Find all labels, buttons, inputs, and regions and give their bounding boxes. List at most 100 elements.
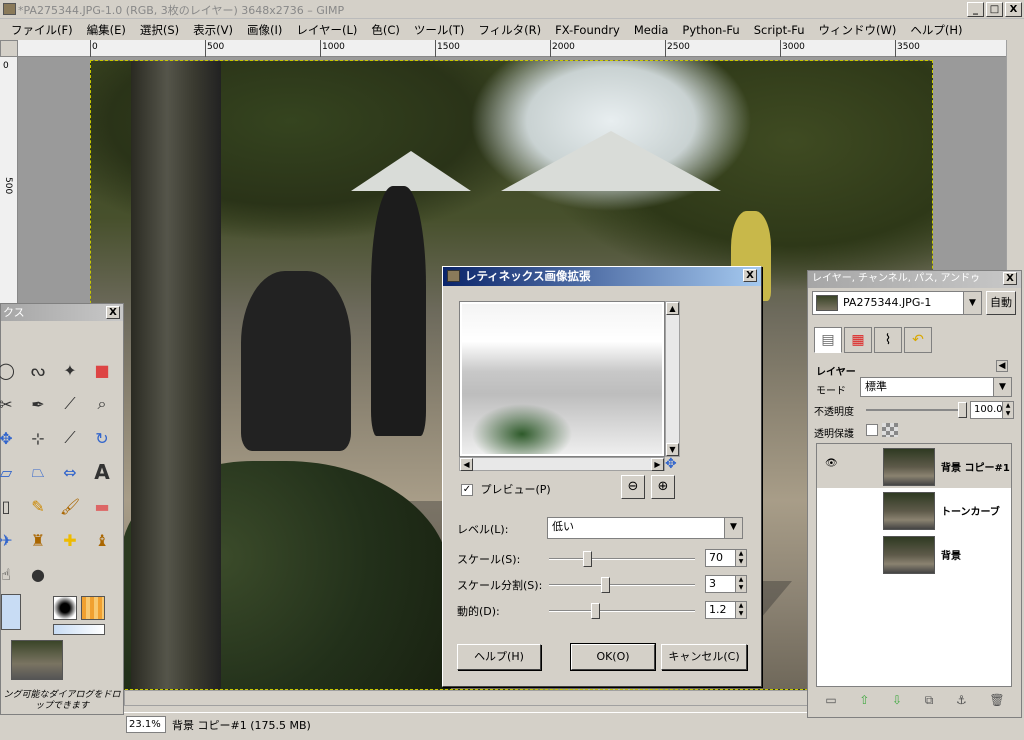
scale-division-slider-knob[interactable] [601,577,610,593]
spin-down-icon[interactable]: ▼ [735,610,746,618]
menu-edit[interactable]: 編集(E) [80,22,133,38]
preview-checkbox[interactable]: ✓ [461,484,473,496]
lower-layer-icon[interactable]: ⇩ [892,693,902,707]
eraser-icon[interactable]: ▬ [89,495,115,517]
color-picker-icon[interactable]: ⟋ [57,393,83,415]
menu-image[interactable]: 画像(I) [240,22,289,38]
ellipse-select-icon[interactable]: ◯ [0,359,19,381]
toolbox-close-button[interactable]: X [106,306,120,319]
align-icon[interactable]: ⊹ [25,427,51,449]
anchor-layer-icon[interactable]: ⚓ [956,693,967,707]
mode-select[interactable]: 標準 ▼ [860,377,1012,397]
menu-tools[interactable]: ツール(T) [407,22,472,38]
menu-fx-foundry[interactable]: FX-Foundry [548,23,627,37]
lasso-icon[interactable]: ᔓ [25,359,51,381]
dynamic-spinbox[interactable]: 1.2 ▲ ▼ [705,601,747,619]
scroll-left-icon[interactable]: ◀ [460,458,473,471]
dynamic-slider[interactable] [549,603,695,619]
zoom-in-icon[interactable]: ⊕ [651,475,675,499]
horizontal-scrollbar[interactable] [124,690,808,706]
menu-windows[interactable]: ウィンドウ(W) [812,22,904,38]
spin-up-icon[interactable]: ▲ [1002,402,1013,410]
ok-button[interactable]: OK(O) [570,643,656,671]
scale-spinbox[interactable]: 70 ▲ ▼ [705,549,747,567]
minimize-button[interactable]: _ [967,2,984,17]
rotate-icon[interactable]: ↻ [89,427,115,449]
select-by-color-icon[interactable]: ■ [89,359,115,381]
horizontal-ruler[interactable]: 0 500 1000 1500 2000 2500 3000 3500 [18,40,1006,57]
menu-script-fu[interactable]: Script-Fu [747,23,812,37]
layer-row[interactable]: 👁 背景 コピー#1 [817,444,1011,488]
layer-row[interactable]: 背景 [817,532,1011,576]
zoom-out-icon[interactable]: ⊖ [621,475,645,499]
spin-down-icon[interactable]: ▼ [735,584,746,592]
paths-icon[interactable]: ✒ [25,393,51,415]
spin-down-icon[interactable]: ▼ [735,558,746,566]
dynamic-slider-knob[interactable] [591,603,600,619]
spin-up-icon[interactable]: ▲ [735,602,746,610]
scissors-icon[interactable]: ✂ [0,393,19,415]
move-icon[interactable]: ✥ [0,427,19,449]
scale-slider-knob[interactable] [583,551,592,567]
menu-media[interactable]: Media [627,23,676,37]
navigate-icon[interactable]: ✥ [665,456,677,472]
pattern-preview[interactable] [81,596,105,620]
maximize-button[interactable]: □ [986,2,1003,17]
raise-layer-icon[interactable]: ⇧ [859,693,869,707]
opacity-spinbox[interactable]: 100.0 ▲ ▼ [970,401,1014,419]
layers-tab-icon[interactable]: ▤ [814,327,842,353]
heal-icon[interactable]: ✚ [57,529,83,551]
dodge-burn-icon[interactable]: ● [25,563,51,585]
spin-down-icon[interactable]: ▼ [1002,410,1013,418]
scroll-right-icon[interactable]: ▶ [651,458,664,471]
opacity-slider[interactable] [866,402,967,418]
ruler-corner[interactable] [0,40,18,57]
dialog-close-button[interactable]: X [743,269,757,282]
text-icon[interactable]: A [89,460,115,484]
menu-filters[interactable]: フィルタ(R) [471,22,548,38]
panel-menu-icon[interactable]: ◀ [996,360,1008,372]
delete-layer-icon[interactable]: 🗑 [989,693,1004,707]
menu-colors[interactable]: 色(C) [364,22,407,38]
vertical-ruler[interactable]: 0 500 [0,57,18,307]
menu-python-fu[interactable]: Python-Fu [675,23,746,37]
cancel-button[interactable]: キャンセル(C) [661,644,747,670]
menu-select[interactable]: 選択(S) [133,22,186,38]
perspective-clone-icon[interactable]: ♝ [89,529,115,551]
crop-icon[interactable]: ⟋ [57,427,83,449]
paths-tab-icon[interactable]: ⌇ [874,327,902,353]
color-swatch[interactable] [1,594,21,630]
eye-icon[interactable]: 👁 [825,458,838,469]
auto-button[interactable]: 自動 [986,291,1016,315]
opacity-slider-knob[interactable] [958,402,967,418]
smudge-icon[interactable]: ☝ [0,563,19,585]
duplicate-layer-icon[interactable]: ⧉ [925,693,934,708]
clone-icon[interactable]: ♜ [25,529,51,551]
channels-tab-icon[interactable]: ▦ [844,327,872,353]
level-select[interactable]: 低い ▼ [547,517,743,539]
gradient-preview[interactable] [53,624,105,635]
undo-tab-icon[interactable]: ↶ [904,327,932,353]
scale-division-spinbox[interactable]: 3 ▲ ▼ [705,575,747,593]
layer-row[interactable]: トーンカーブ [817,488,1011,532]
preview-vscroll[interactable]: ▲ ▼ [665,301,680,457]
menu-layer[interactable]: レイヤー(L) [289,22,364,38]
image-select[interactable]: PA275344.JPG-1 ▼ [812,291,982,315]
menu-help[interactable]: ヘルプ(H) [903,22,969,38]
new-layer-icon[interactable]: ▭ [825,693,836,707]
preview-toggle[interactable]: ✓ プレビュー(P) [461,481,551,497]
spin-up-icon[interactable]: ▲ [735,576,746,584]
vertical-scrollbar[interactable] [1006,40,1024,270]
flip-icon[interactable]: ⇔ [57,461,83,483]
zoom-icon[interactable]: ⌕ [89,393,115,415]
scale-icon[interactable]: ▱ [0,461,19,483]
close-button[interactable]: X [1005,2,1022,17]
scroll-up-icon[interactable]: ▲ [666,302,679,315]
layers-dock-close-button[interactable]: X [1003,272,1017,285]
menu-file[interactable]: ファイル(F) [4,22,80,38]
pencil-icon[interactable]: ✎ [25,495,51,517]
scale-slider[interactable] [549,551,695,567]
scale-division-slider[interactable] [549,577,695,593]
paintbrush-icon[interactable]: 🖌 [57,495,83,517]
fuzzy-select-icon[interactable]: ✦ [57,359,83,381]
